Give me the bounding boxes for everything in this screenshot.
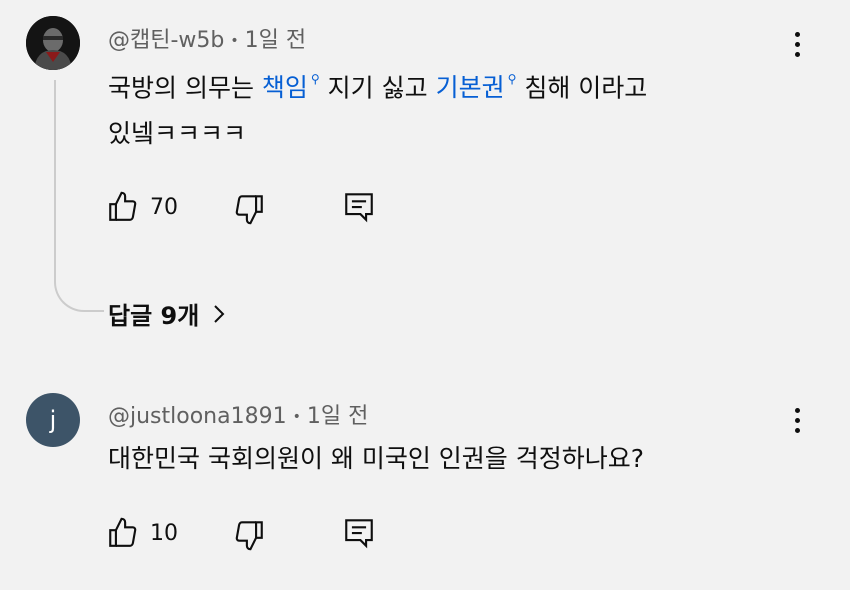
comment-time: 1일 전 — [244, 28, 307, 53]
reply-button[interactable] — [342, 516, 376, 550]
search-icon: ⚲ — [310, 72, 320, 86]
avatar-letter: j — [49, 406, 57, 434]
thumb-up-icon — [109, 191, 137, 221]
search-link-basic-rights[interactable]: 기본권 ⚲ — [436, 72, 517, 102]
comment-text-line-1: 국방의 의무는 책임 ⚲ 지기 싫고 기본권 ⚲ 침해 이라고 — [108, 60, 808, 111]
dislike-button[interactable] — [232, 518, 266, 552]
author-name[interactable]: @캡틴-w5b — [108, 28, 224, 53]
search-link-responsibility[interactable]: 책임 ⚲ — [262, 72, 320, 102]
comment-icon — [345, 193, 373, 223]
replies-button[interactable]: 답글 9개 — [108, 296, 227, 331]
replies-label[interactable]: 답글 9개 — [108, 296, 199, 331]
text-segment: 국방의 의무는 — [108, 73, 262, 103]
like-count: 10 — [150, 520, 178, 546]
comment-text-line-1: 대한민국 국회의원이 왜 미국인 인권을 걱정하나요? — [108, 444, 645, 473]
comment-text-line-2: 있넼ㅋㅋㅋㅋ — [108, 119, 247, 149]
author-name[interactable]: @justloona1891 — [108, 404, 287, 429]
avatar[interactable]: j — [26, 393, 80, 447]
like-button[interactable]: 70 — [106, 190, 178, 224]
comment-meta: @캡틴-w5b • 1일 전 — [108, 22, 306, 54]
avatar[interactable] — [26, 16, 80, 70]
separator-dot: • — [230, 33, 239, 49]
separator-dot: • — [292, 409, 301, 425]
comment-text: 국방의 의무는 책임 ⚲ 지기 싫고 기본권 ⚲ 침해 이라고 있넼ㅋㅋㅋㅋ — [108, 60, 808, 157]
like-count: 70 — [150, 194, 178, 220]
thread-line — [54, 80, 104, 312]
link-label[interactable]: 기본권 — [436, 73, 505, 102]
more-vertical-icon[interactable] — [782, 24, 812, 64]
avatar-image — [26, 16, 80, 70]
thumb-down-icon — [235, 195, 263, 225]
comment-text: 대한민국 국회의원이 왜 미국인 인권을 걱정하나요? — [108, 436, 808, 482]
text-segment: 지기 싫고 — [319, 73, 436, 103]
text-segment: 침해 이라고 — [516, 73, 648, 103]
dislike-button[interactable] — [232, 192, 266, 226]
thumb-up-icon — [109, 517, 137, 547]
comment-meta: @justloona1891 • 1일 전 — [108, 398, 368, 430]
link-label[interactable]: 책임 — [262, 73, 308, 102]
more-vertical-icon[interactable] — [782, 400, 812, 440]
comment-icon — [345, 519, 373, 549]
thumb-down-icon — [235, 521, 263, 551]
comment-time: 1일 전 — [306, 404, 369, 429]
reply-button[interactable] — [342, 190, 376, 224]
chevron-right-icon — [214, 304, 225, 323]
search-icon: ⚲ — [507, 72, 517, 86]
like-button[interactable]: 10 — [106, 516, 178, 550]
